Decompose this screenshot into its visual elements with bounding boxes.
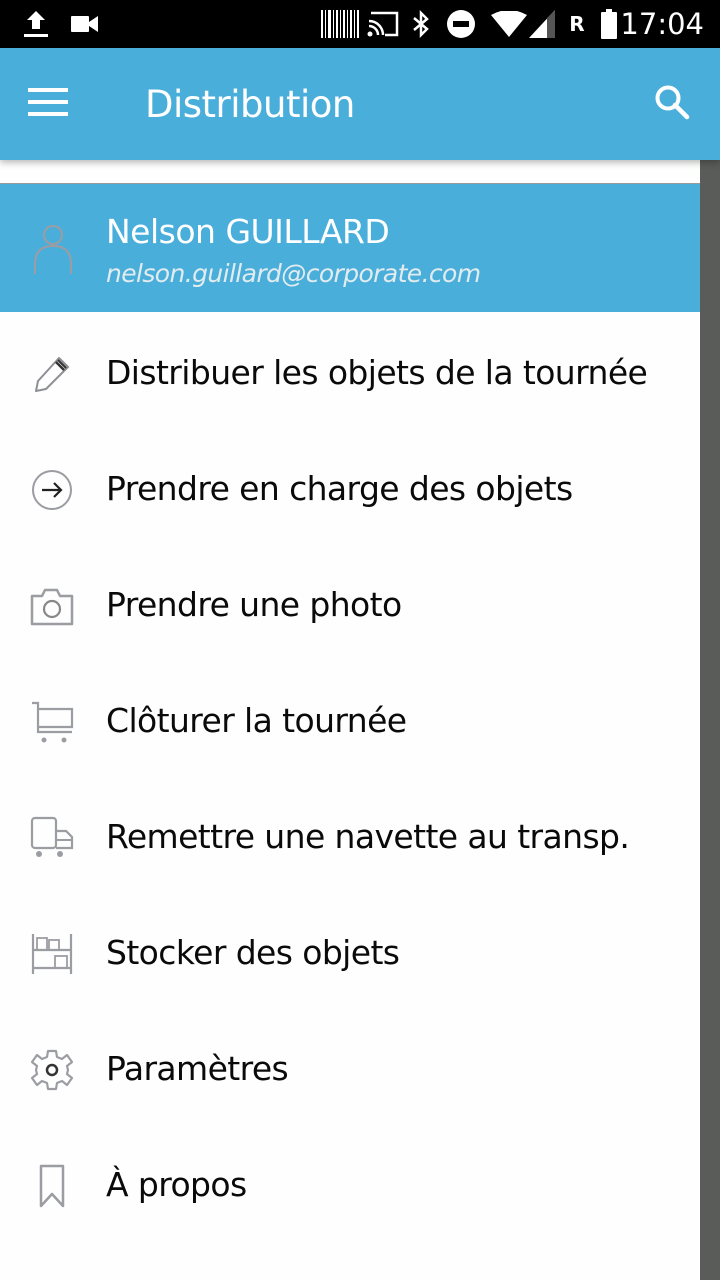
drawer-item-navette[interactable]: Remettre une navette au transp.	[0, 776, 700, 892]
bluetooth-icon	[410, 0, 432, 48]
drawer-item-label: Clôturer la tournée	[106, 701, 407, 740]
truck-icon	[28, 814, 76, 862]
status-time: 17:04	[620, 7, 704, 41]
barcode-icon	[320, 0, 360, 48]
battery-icon	[598, 0, 620, 48]
drawer-item-label: Prendre une photo	[106, 585, 402, 624]
drawer-header[interactable]: Nelson GUILLARD nelson.guillard@corporat…	[0, 184, 700, 312]
drawer-item-label: Distribuer les objets de la tournée	[106, 353, 648, 392]
cast-icon	[366, 0, 400, 48]
cell-signal-icon	[528, 0, 556, 48]
navigation-drawer: Nelson GUILLARD nelson.guillard@corporat…	[0, 160, 700, 1280]
drawer-item-distribuer[interactable]: Distribuer les objets de la tournée	[0, 312, 700, 428]
avatar	[24, 222, 82, 278]
upload-icon	[22, 0, 50, 48]
gear-icon	[28, 1046, 76, 1094]
drawer-item-stocker[interactable]: Stocker des objets	[0, 892, 700, 1008]
drawer-item-label: Prendre en charge des objets	[106, 469, 573, 508]
drawer-scrim[interactable]	[700, 160, 720, 1280]
wifi-icon	[490, 0, 528, 48]
cart-icon	[28, 698, 76, 746]
menu-button[interactable]	[24, 80, 72, 128]
drawer-item-label: Remettre une navette au transp.	[106, 817, 630, 856]
drawer-item-photo[interactable]: Prendre une photo	[0, 544, 700, 660]
drawer-item-label: Paramètres	[106, 1049, 289, 1088]
drawer-item-cloturer[interactable]: Clôturer la tournée	[0, 660, 700, 776]
bookmark-icon	[28, 1162, 76, 1210]
user-name: Nelson GUILLARD	[106, 212, 390, 251]
user-email: nelson.guillard@corporate.com	[106, 259, 481, 288]
drawer-item-label: À propos	[106, 1165, 247, 1204]
shelf-icon	[28, 930, 76, 978]
do-not-disturb-icon	[445, 0, 477, 48]
drawer-item-label: Stocker des objets	[106, 933, 400, 972]
app-bar: Distribution	[0, 48, 720, 160]
hamburger-menu-icon	[28, 87, 68, 122]
camera-icon	[28, 582, 76, 630]
drawer-item-parametres[interactable]: Paramètres	[0, 1008, 700, 1124]
search-button[interactable]	[648, 80, 696, 128]
arrow-circle-right-icon	[28, 466, 76, 514]
drawer-item-a-propos[interactable]: À propos	[0, 1124, 700, 1240]
pencil-icon	[28, 350, 76, 398]
person-icon	[34, 225, 72, 274]
roaming-indicator: R	[569, 12, 585, 36]
status-bar: R 17:04	[0, 0, 720, 48]
search-icon	[654, 84, 690, 125]
drawer-menu: Distribuer les objets de la tournée Pren…	[0, 312, 700, 1240]
video-camera-icon	[70, 0, 100, 48]
page-title: Distribution	[145, 83, 355, 126]
drawer-top-spacer	[0, 160, 700, 184]
drawer-item-prendre-en-charge[interactable]: Prendre en charge des objets	[0, 428, 700, 544]
